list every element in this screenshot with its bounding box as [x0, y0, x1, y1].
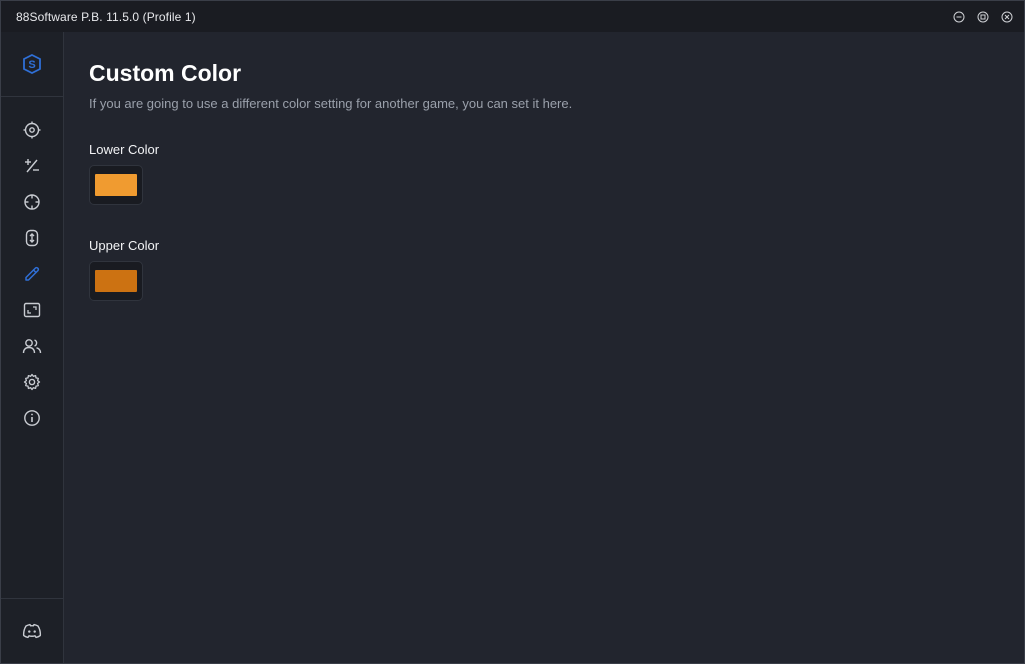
svg-text:S: S — [28, 59, 35, 71]
sidebar-discord-button[interactable] — [1, 598, 63, 663]
info-icon — [24, 410, 40, 426]
maximize-icon[interactable] — [976, 10, 990, 24]
sidebar-item-scroll[interactable] — [1, 220, 63, 256]
lower-color-picker-button[interactable] — [89, 165, 143, 205]
page-title: Custom Color — [89, 60, 242, 86]
screen-region-icon — [23, 302, 41, 318]
software-logo[interactable]: S — [1, 32, 63, 97]
crosshair-target-icon — [23, 121, 41, 139]
close-icon[interactable] — [1000, 10, 1014, 24]
sidebar-item-settings[interactable] — [1, 364, 63, 400]
sidebar: S — [1, 32, 64, 663]
sidebar-nav — [1, 112, 63, 436]
color-picker-icon — [25, 266, 40, 281]
sidebar-item-screen[interactable] — [1, 292, 63, 328]
lower-color-swatch — [95, 174, 137, 196]
sidebar-item-aim[interactable] — [1, 184, 63, 220]
aim-reticle-icon — [24, 194, 40, 210]
upper-color-picker-button[interactable] — [89, 261, 143, 301]
plus-minus-icon — [25, 159, 39, 173]
app-window: 88Software P.B. 11.5.0 (Profile 1) S Cus… — [0, 0, 1025, 664]
upper-color-swatch — [95, 270, 137, 292]
lower-color-label: Lower Color — [89, 142, 160, 157]
sidebar-item-plus-minus[interactable] — [1, 148, 63, 184]
discord-icon — [22, 623, 42, 639]
gear-icon — [23, 373, 41, 391]
window-title: 88Software P.B. 11.5.0 (Profile 1) — [16, 9, 196, 24]
page-description: If you are going to use a different colo… — [89, 96, 573, 111]
mouse-scroll-icon — [25, 229, 39, 247]
sidebar-item-users[interactable] — [1, 328, 63, 364]
sidebar-item-crosshair[interactable] — [1, 112, 63, 148]
window-controls — [952, 1, 1014, 32]
sidebar-item-info[interactable] — [1, 400, 63, 436]
minimize-icon[interactable] — [952, 10, 966, 24]
users-icon — [22, 339, 42, 354]
sidebar-item-custom-color[interactable] — [1, 256, 63, 292]
main-content: Custom Color If you are going to use a d… — [64, 32, 1024, 663]
title-bar[interactable]: 88Software P.B. 11.5.0 (Profile 1) — [1, 1, 1024, 32]
upper-color-label: Upper Color — [89, 238, 160, 253]
